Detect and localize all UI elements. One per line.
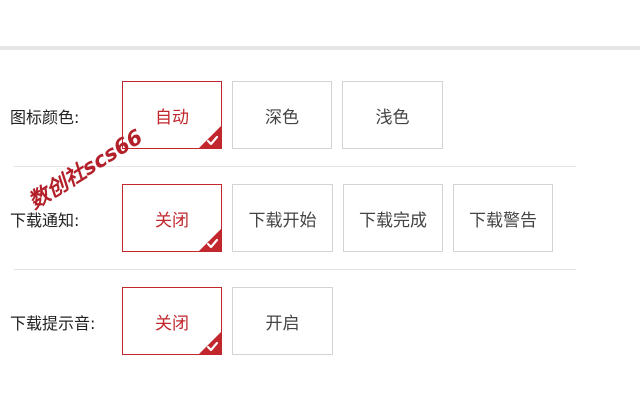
option-label: 开启	[265, 313, 300, 334]
option-label: 关闭	[155, 210, 189, 231]
option-label: 深色	[265, 107, 299, 128]
check-corner-icon	[199, 332, 221, 354]
option-label: 关闭	[155, 313, 189, 334]
check-corner-icon	[199, 229, 221, 251]
download-notify-option-complete[interactable]: 下载完成	[343, 184, 443, 252]
row-divider	[14, 269, 576, 270]
option-label: 下载警告	[469, 210, 537, 231]
icon-color-label: 图标颜色:	[10, 108, 80, 127]
icon-color-option-dark[interactable]: 深色	[232, 81, 332, 149]
download-sound-label: 下载提示音:	[10, 314, 96, 333]
top-bar	[0, 0, 640, 50]
download-notify-option-start[interactable]: 下载开始	[232, 184, 333, 252]
option-label: 下载完成	[359, 210, 427, 231]
download-sound-option-on[interactable]: 开启	[232, 287, 333, 355]
download-notify-option-off[interactable]: 关闭	[122, 184, 222, 252]
icon-color-option-light[interactable]: 浅色	[342, 81, 443, 149]
download-sound-option-off[interactable]: 关闭	[122, 287, 222, 355]
option-label: 自动	[155, 107, 189, 128]
settings-page: 图标颜色: 自动 深色 浅色 下载通知: 关闭 下载开始 下载完成 下载警告 下…	[0, 0, 640, 400]
check-corner-icon	[199, 126, 221, 148]
option-label: 下载开始	[248, 210, 317, 231]
download-notify-option-warning[interactable]: 下载警告	[453, 184, 553, 252]
option-label: 浅色	[375, 107, 410, 128]
